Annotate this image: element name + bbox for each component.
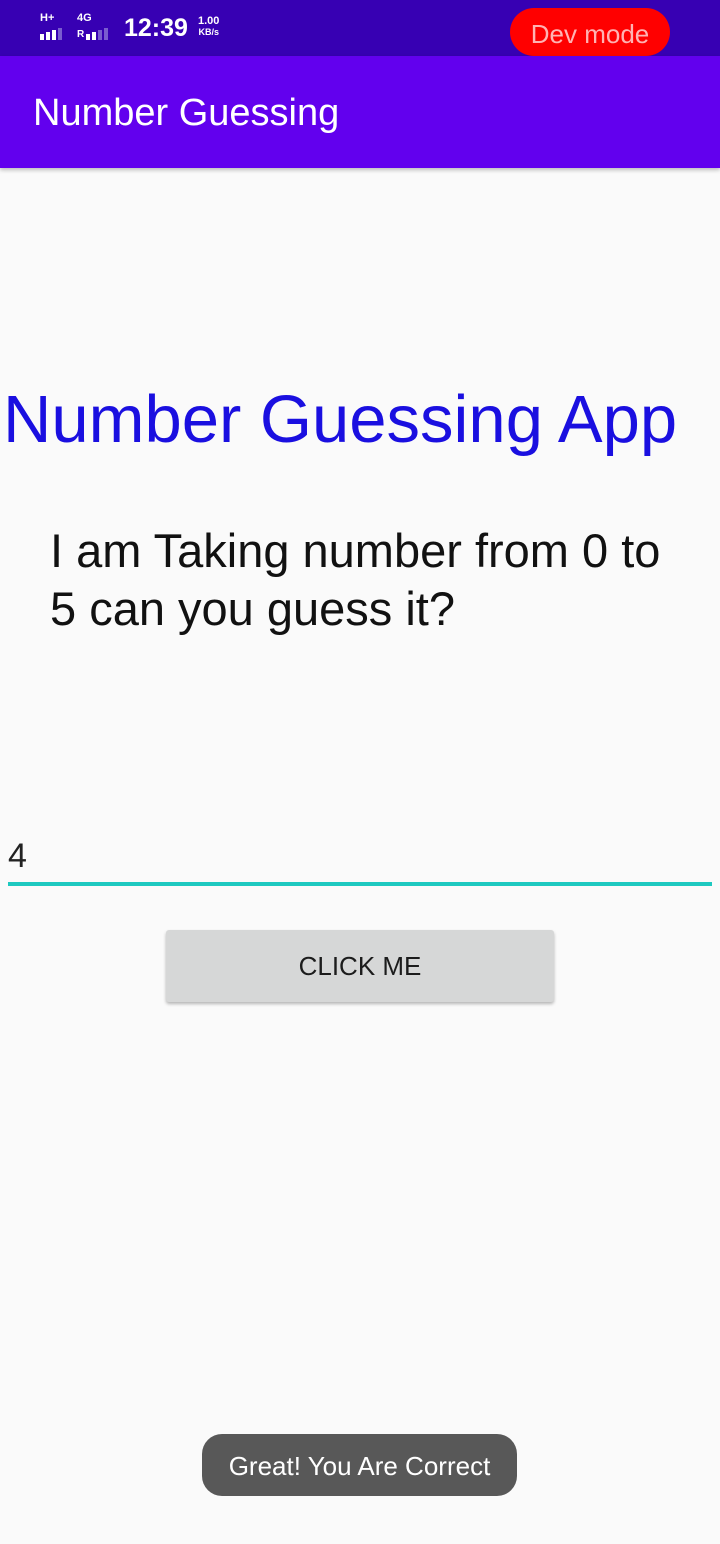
status-time: 12:39 (124, 14, 188, 42)
network-speed-value: 1.00 (198, 15, 220, 27)
network-type-label: H+ (40, 12, 55, 24)
guess-input[interactable] (8, 830, 712, 886)
network-speed: 1.00 KB/s (198, 16, 219, 38)
roaming-label: R (77, 29, 85, 40)
signal-icon: 4G R (77, 13, 111, 43)
prompt-text: I am Taking number from 0 to 5 can you g… (50, 524, 661, 635)
app-bar: Number Guessing (0, 56, 720, 168)
click-me-button[interactable]: Click Me (166, 930, 554, 1002)
toast-message: Great! You Are Correct (202, 1434, 517, 1496)
status-bar: H+ 4G R 12:39 1.00 KB/s Dev mode (0, 0, 720, 56)
dev-mode-badge[interactable]: Dev mode (510, 8, 670, 56)
network-type-label: 4G (77, 12, 92, 24)
app-bar-title: Number Guessing (33, 92, 340, 134)
app-title: Number Guessing App (3, 382, 678, 457)
signal-icon: H+ (40, 13, 74, 43)
screen: H+ 4G R 12:39 1.00 KB/s Dev mode Number … (0, 0, 720, 1544)
network-speed-unit: KB/s (198, 27, 219, 37)
